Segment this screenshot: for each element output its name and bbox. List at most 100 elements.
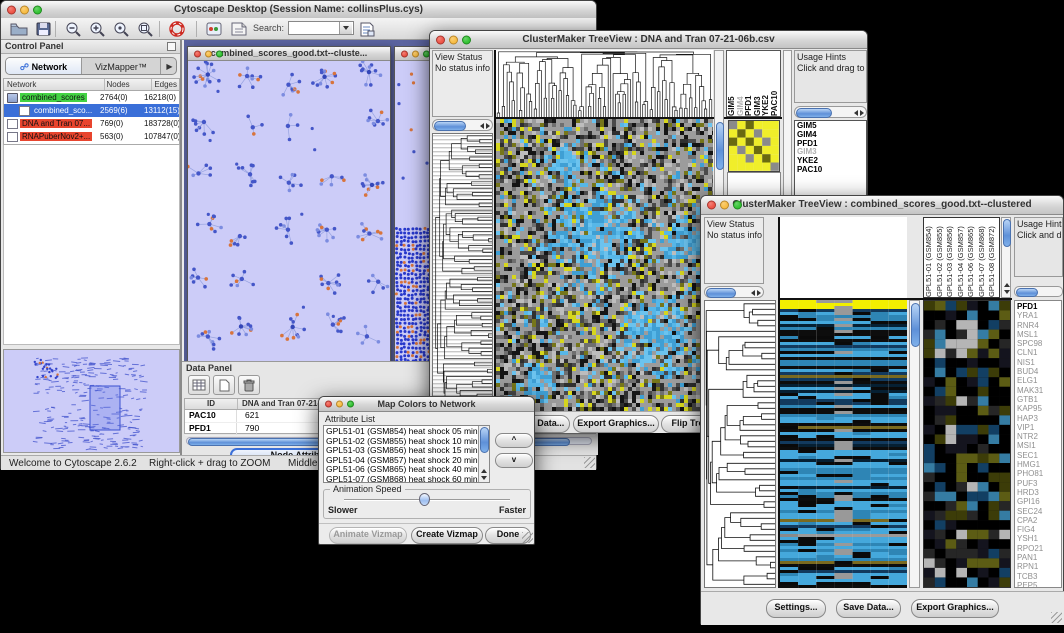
tv2-gene-label[interactable]: NIS1 (1017, 358, 1059, 367)
treeview2-titlebar[interactable]: ClusterMaker TreeView : combined_scores_… (701, 196, 1063, 215)
tv2-left-hscrollbar-thumb[interactable] (706, 288, 736, 298)
zoom-fit-icon[interactable] (111, 20, 131, 38)
tv1-column-label[interactable]: YKE2 (761, 51, 770, 116)
save-data-button[interactable]: Save Data... (836, 599, 901, 618)
annotation-icon[interactable] (204, 20, 224, 38)
tv1-column-dendrogram[interactable] (494, 50, 713, 117)
create-vizmap-button[interactable]: Create Vizmap (411, 527, 483, 544)
tv2-gene-label[interactable]: ELG1 (1017, 376, 1059, 385)
network-view-titlebar[interactable]: combined_scores_good.txt--cluste... (188, 47, 390, 61)
close-icon[interactable] (194, 50, 201, 57)
tv2-gene-label[interactable]: HRD3 (1017, 488, 1059, 497)
tv2-vscrollbar[interactable] (909, 300, 920, 588)
zoom-icon[interactable] (347, 401, 354, 408)
col-edges[interactable]: Edges (152, 79, 179, 90)
minimize-icon[interactable] (449, 35, 458, 44)
tv2-gene-label[interactable]: HMG1 (1017, 460, 1059, 469)
snapshot-icon[interactable] (229, 20, 249, 38)
tv2-column-label[interactable]: GPL51-08 (GSM872) (987, 218, 998, 297)
tv2-gene-label[interactable]: RPN1 (1017, 562, 1059, 571)
tv2-gene-label[interactable]: CPA2 (1017, 516, 1059, 525)
help-icon[interactable] (167, 20, 187, 38)
minimize-icon[interactable] (20, 5, 29, 14)
attribute-list-vscrollbar[interactable] (478, 426, 489, 482)
tv1-gene-label[interactable]: GIM5 (797, 122, 864, 131)
tv1-zoom-heatmap[interactable] (728, 120, 780, 172)
tv2-gene-label[interactable]: BUD4 (1017, 367, 1059, 376)
animation-slider-thumb[interactable] (419, 493, 430, 506)
scroll-left-icon[interactable] (854, 110, 858, 116)
tv1-left-hscrollbar-thumb[interactable] (434, 121, 466, 131)
close-icon[interactable] (707, 201, 716, 210)
tv1-column-label[interactable]: GIM3 (753, 51, 762, 116)
tv2-main-heatmap[interactable] (778, 300, 907, 588)
export-graphics-button[interactable]: Export Graphics... (911, 599, 999, 618)
zoom-in-icon[interactable] (87, 20, 107, 38)
map-colors-titlebar[interactable]: Map Colors to Network (319, 397, 534, 412)
tv2-vscrollbar-thumb[interactable] (911, 303, 920, 347)
tv2-zoom-hscrollbar-thumb[interactable] (1016, 288, 1038, 297)
tv2-gene-label[interactable]: YRA1 (1017, 311, 1059, 320)
tv2-column-label[interactable]: GPL51-03 (GSM856) (945, 218, 956, 297)
tv2-gene-label[interactable]: PAN1 (1017, 553, 1059, 562)
tv2-gene-label[interactable]: FIG4 (1017, 525, 1059, 534)
col-nodes[interactable]: Nodes (105, 79, 153, 90)
tv1-column-label[interactable]: GIM5 (727, 51, 736, 116)
tv2-zoom-hscrollbar[interactable] (1014, 286, 1063, 297)
close-icon[interactable] (401, 50, 408, 57)
tv2-gene-label[interactable]: SPC98 (1017, 339, 1059, 348)
tv2-gene-label[interactable]: PUF3 (1017, 479, 1059, 488)
resize-grip[interactable] (1051, 612, 1062, 623)
tv1-zoom-hscrollbar[interactable] (794, 106, 867, 118)
tv2-gene-label[interactable]: NTR2 (1017, 432, 1059, 441)
scroll-up-icon[interactable] (481, 469, 487, 473)
open-folder-icon[interactable] (9, 20, 29, 38)
tv1-gene-label[interactable]: PAC10 (797, 166, 864, 175)
network-table-row[interactable]: combined_sco...2569(6)13112(15) (4, 104, 179, 117)
col-network[interactable]: Network (4, 79, 105, 90)
zoom-icon[interactable] (733, 201, 742, 210)
tv2-column-dendrogram[interactable] (778, 217, 907, 298)
tv2-column-label[interactable]: GPL51-02 (GSM855) (935, 218, 946, 297)
zoom-out-icon[interactable] (63, 20, 83, 38)
minimize-icon[interactable] (720, 201, 729, 210)
tv2-gene-label[interactable]: PFD1 (1017, 302, 1059, 311)
tv2-gene-label[interactable]: GTB1 (1017, 395, 1059, 404)
tv1-gene-label[interactable]: YKE2 (797, 157, 864, 166)
tv2-column-label[interactable]: GPL51-04 (GSM857) (956, 218, 967, 297)
resize-grip[interactable] (522, 532, 533, 543)
network-table-row[interactable]: combined_scores2764(0)16218(0) (4, 91, 179, 104)
tv1-vscrollbar-thumb[interactable] (716, 122, 724, 170)
tv1-zoom-hscrollbar-thumb[interactable] (796, 108, 832, 118)
close-icon[interactable] (325, 401, 332, 408)
search-combobox[interactable] (288, 21, 354, 35)
delete-attribute-icon[interactable] (238, 375, 260, 395)
tv1-column-label[interactable]: PFD1 (744, 51, 753, 116)
minimize-icon[interactable] (412, 50, 419, 57)
tv2-gene-label[interactable]: MSL1 (1017, 330, 1059, 339)
zoom-icon[interactable] (216, 50, 223, 57)
zoom-region-icon[interactable] (135, 20, 155, 38)
tv2-gene-label[interactable]: RPO21 (1017, 544, 1059, 553)
scroll-up-icon[interactable] (1004, 283, 1010, 287)
network-table-row[interactable]: RNAPuberNov2+...563(0)107847(0) (4, 130, 179, 143)
tv2-gene-label[interactable]: CLN1 (1017, 348, 1059, 357)
tv2-left-hscrollbar[interactable] (704, 286, 764, 298)
network-canvas[interactable] (188, 61, 390, 361)
cytoscape-titlebar[interactable]: Cytoscape Desktop (Session Name: collins… (1, 1, 596, 19)
birdseye-view[interactable] (3, 349, 180, 453)
tv2-labels-vscrollbar-thumb[interactable] (1003, 219, 1011, 247)
close-icon[interactable] (436, 35, 445, 44)
save-icon[interactable] (33, 20, 53, 38)
tv2-gene-label[interactable]: HAP3 (1017, 414, 1059, 423)
tv1-column-label[interactable]: GIM4 (736, 51, 745, 116)
float-panel-icon[interactable] (167, 42, 176, 51)
network-table-row[interactable]: DNA and Tran 07...769(0)183728(0) (4, 117, 179, 130)
zoom-icon[interactable] (33, 5, 42, 14)
tabs-overflow-arrow[interactable]: ▶ (160, 58, 177, 74)
scroll-down-icon[interactable] (1004, 290, 1010, 294)
tv2-column-label[interactable]: GPL51-01 (GSM854) (924, 218, 935, 297)
tab-vizmapper[interactable]: VizMapper™ (82, 58, 160, 74)
tv1-gene-label[interactable]: GIM3 (797, 148, 864, 157)
animate-vizmap-button[interactable]: Animate Vizmap (329, 527, 407, 544)
